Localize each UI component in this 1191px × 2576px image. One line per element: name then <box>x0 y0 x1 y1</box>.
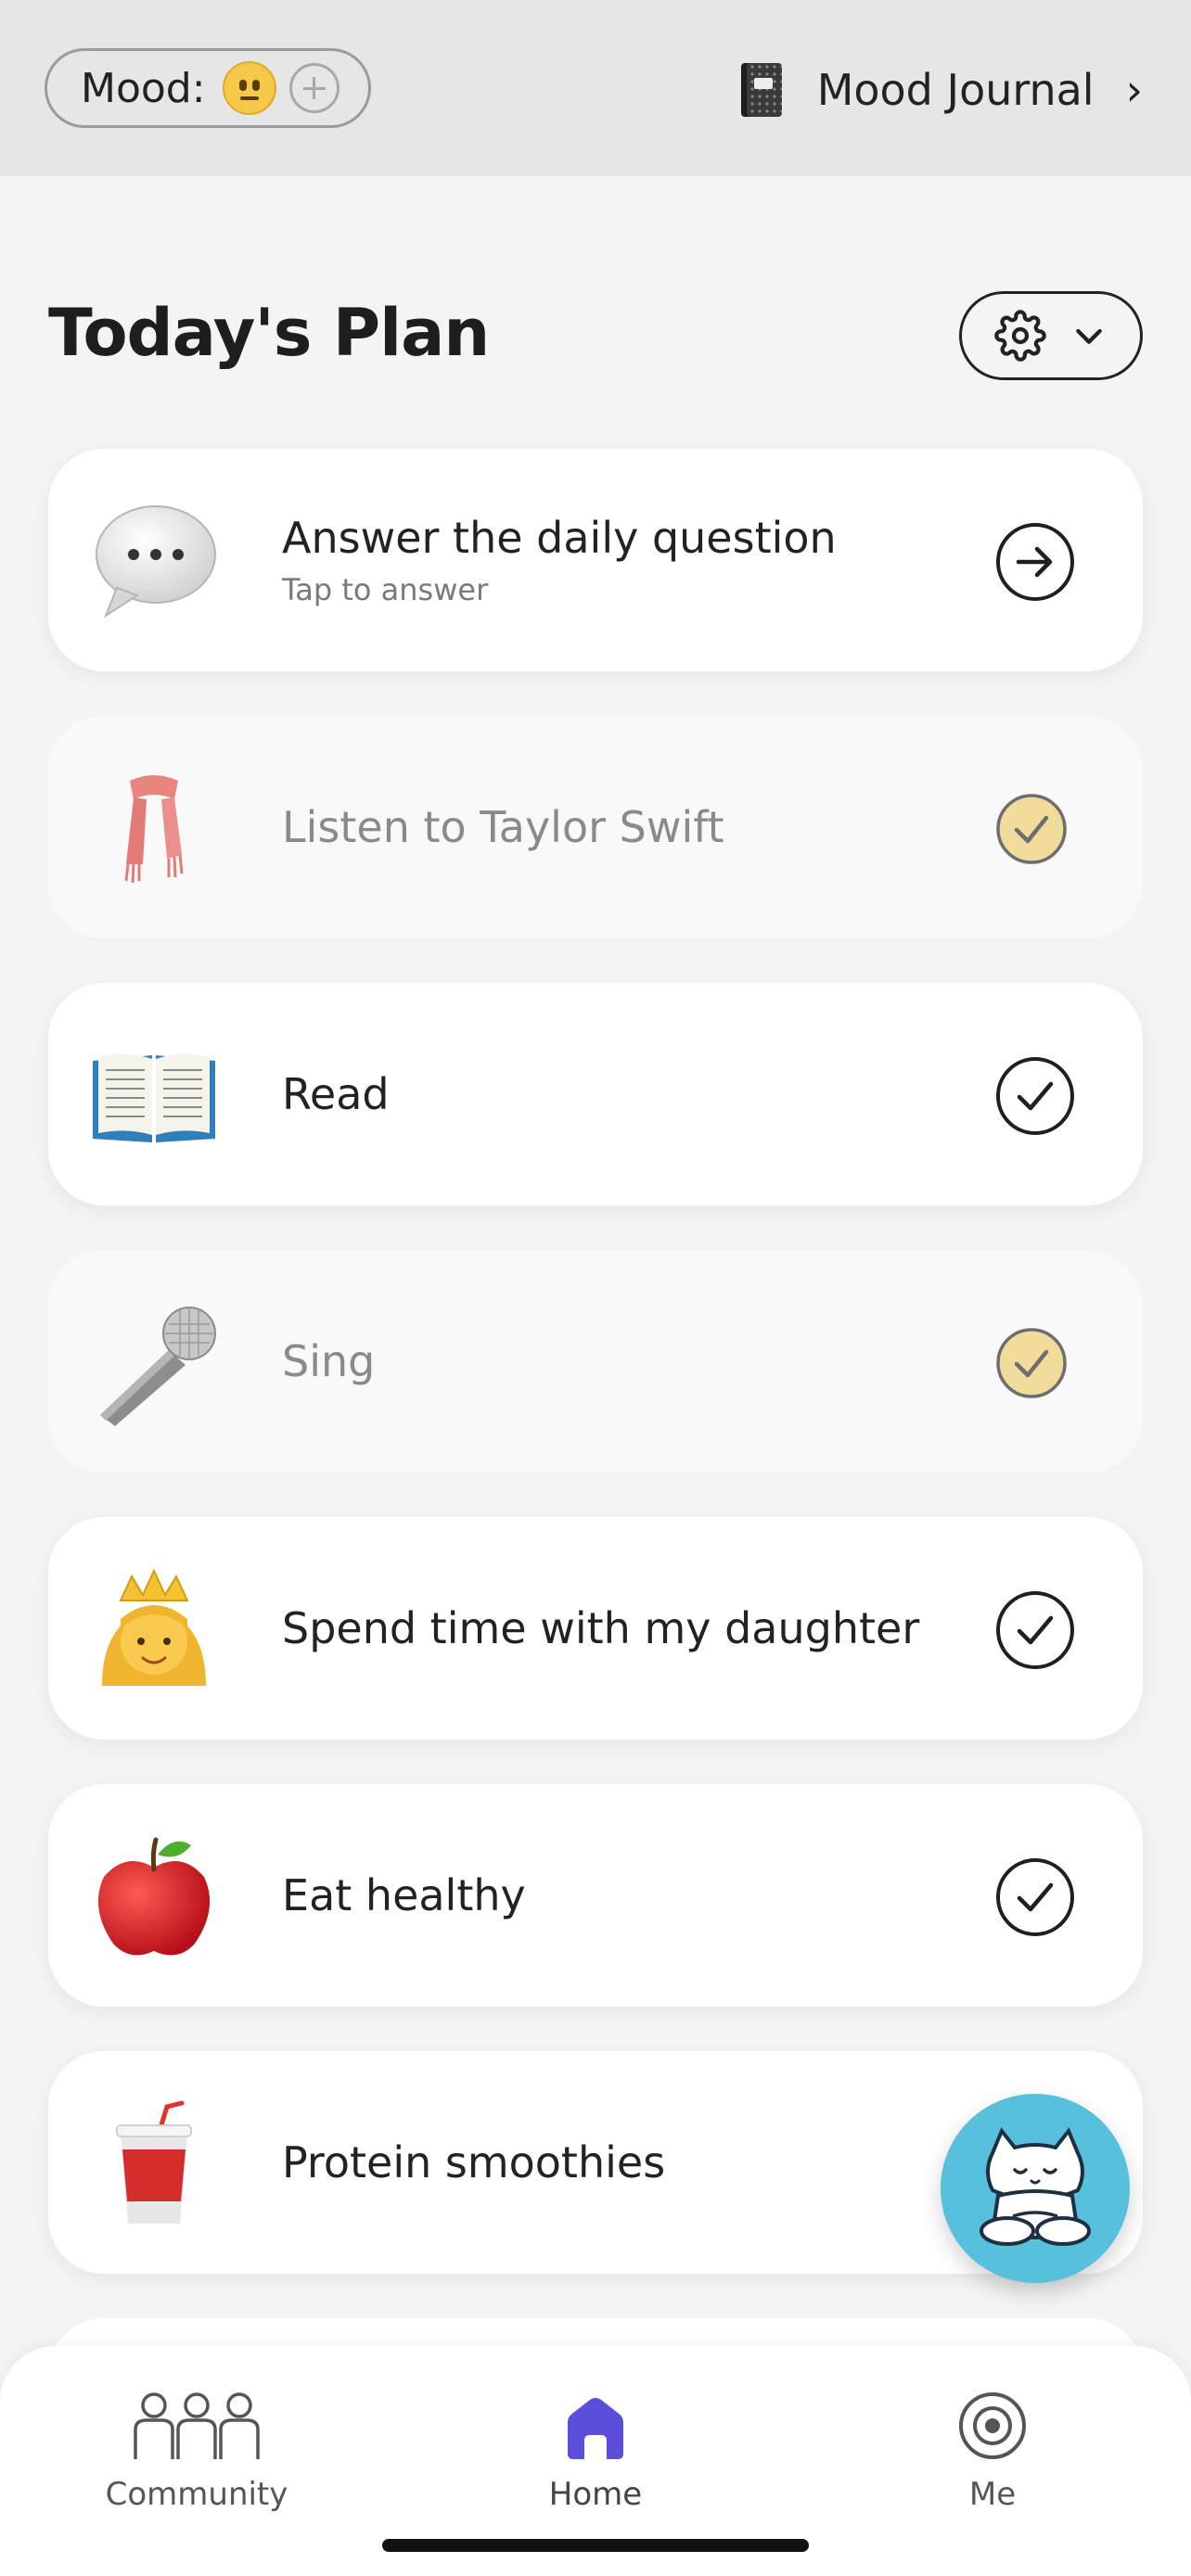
check-filled-icon[interactable] <box>991 788 1072 870</box>
task-card[interactable]: Listen to Taylor Swift <box>48 716 1143 938</box>
task-label: Protein smoothies <box>282 2137 666 2187</box>
add-mood-icon[interactable] <box>288 63 339 113</box>
home-icon <box>568 2398 623 2459</box>
task-card[interactable]: Answer the daily question Tap to answer <box>48 449 1143 671</box>
task-sublabel: Tap to answer <box>282 572 489 607</box>
check-circle-icon[interactable] <box>994 1856 1076 1938</box>
task-label: Spend time with my daughter <box>282 1603 920 1653</box>
page-title: Today's Plan <box>48 295 490 371</box>
task-label: Answer the daily question <box>282 513 837 563</box>
mood-label: Mood: <box>81 64 206 112</box>
check-circle-icon[interactable] <box>994 1055 1076 1137</box>
neutral-face-icon <box>222 61 276 115</box>
chevron-right-icon: › <box>1125 65 1143 115</box>
mood-journal-label: Mood Journal <box>816 65 1095 115</box>
gear-icon <box>994 310 1046 362</box>
task-label: Eat healthy <box>282 1870 526 1920</box>
princess-icon <box>102 1568 206 1686</box>
plan-settings-button[interactable] <box>959 291 1143 380</box>
task-card[interactable]: Spend time with my daughter <box>48 1517 1143 1740</box>
check-filled-icon[interactable] <box>991 1322 1072 1404</box>
nav-label: Me <box>968 2476 1017 2513</box>
task-card[interactable]: Eat healthy <box>48 1784 1143 2007</box>
mood-journal-link[interactable]: Mood Journal › <box>740 57 1143 122</box>
microphone-icon <box>100 1307 216 1426</box>
nav-community[interactable]: Community <box>76 2389 317 2513</box>
open-book-icon <box>93 1053 215 1142</box>
chevron-down-icon <box>1076 328 1102 344</box>
notebook-icon <box>740 63 782 117</box>
task-card[interactable]: Read <box>48 983 1143 1205</box>
arrow-right-circle-icon[interactable] <box>994 521 1076 603</box>
task-label: Read <box>282 1069 390 1119</box>
top-bar: Mood: Mood Journal › <box>0 0 1191 176</box>
meditating-cat-button[interactable] <box>941 2094 1130 2283</box>
red-apple-icon <box>97 1837 211 1956</box>
task-label: Listen to Taylor Swift <box>282 802 724 852</box>
nav-label: Home <box>548 2476 643 2513</box>
nav-label: Community <box>105 2476 288 2513</box>
scarf-icon <box>124 775 184 884</box>
nav-me[interactable]: Me <box>872 2389 1113 2513</box>
nav-home[interactable]: Home <box>475 2389 716 2513</box>
home-indicator <box>382 2539 809 2552</box>
task-label: Sing <box>282 1336 376 1386</box>
speech-bubble-icon <box>96 505 216 618</box>
target-icon <box>959 2392 1026 2459</box>
community-icon <box>134 2392 260 2459</box>
meditating-cat-icon <box>980 2127 1091 2246</box>
mood-selector[interactable]: Mood: <box>45 48 371 128</box>
task-card[interactable]: Sing <box>48 1250 1143 1473</box>
check-circle-icon[interactable] <box>994 1589 1076 1671</box>
cup-with-straw-icon <box>116 2100 192 2224</box>
